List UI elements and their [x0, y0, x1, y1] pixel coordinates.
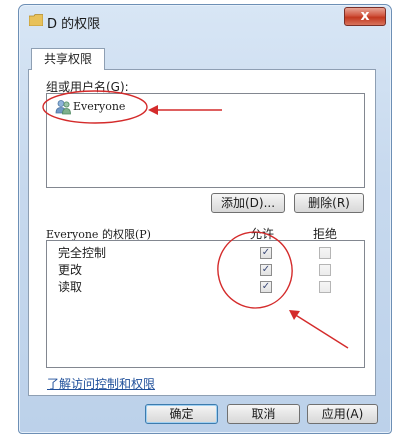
- ok-button[interactable]: 确定: [145, 404, 218, 424]
- deny-checkbox[interactable]: [319, 264, 331, 276]
- permission-name: 读取: [58, 280, 83, 294]
- deny-checkbox[interactable]: [319, 247, 331, 259]
- permission-row-read: 读取 ✓: [47, 279, 364, 296]
- close-button[interactable]: x: [344, 7, 386, 26]
- deny-checkbox[interactable]: [319, 281, 331, 293]
- permission-name: 更改: [58, 263, 83, 277]
- permission-row-full-control: 完全控制 ✓: [47, 245, 364, 262]
- permissions-list: 完全控制 ✓ 更改 ✓ 读取 ✓: [46, 240, 365, 368]
- add-button[interactable]: 添加(D)...: [211, 193, 285, 213]
- list-item-everyone[interactable]: Everyone: [53, 98, 125, 116]
- group-user-list[interactable]: Everyone: [46, 93, 365, 188]
- allow-checkbox[interactable]: ✓: [260, 281, 272, 293]
- cancel-button[interactable]: 取消: [227, 404, 300, 424]
- group-name: Everyone: [73, 100, 126, 113]
- permission-name: 完全控制: [58, 246, 107, 260]
- window-title: D 的权限: [47, 17, 101, 32]
- remove-button[interactable]: 删除(R): [294, 193, 364, 213]
- folder-icon: [29, 14, 43, 26]
- title-bar[interactable]: D 的权限 x: [19, 5, 391, 37]
- users-icon: [55, 100, 71, 115]
- apply-button[interactable]: 应用(A): [307, 404, 378, 424]
- permission-row-change: 更改 ✓: [47, 262, 364, 279]
- tab-share-permissions[interactable]: 共享权限: [31, 48, 105, 70]
- access-control-help-link[interactable]: 了解访问控制和权限: [47, 375, 155, 392]
- allow-checkbox[interactable]: ✓: [260, 247, 272, 259]
- allow-checkbox[interactable]: ✓: [260, 264, 272, 276]
